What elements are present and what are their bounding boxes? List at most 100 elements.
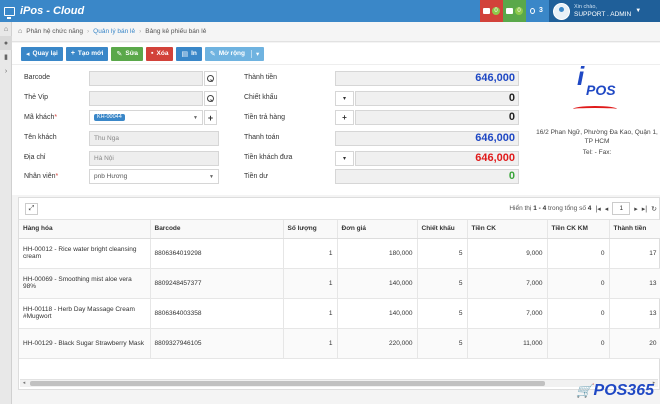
first-page-icon[interactable]: |◂ [595,205,600,213]
table-row[interactable]: HH-00129 - Black Sugar Strawberry Mask 8… [19,328,660,359]
customer-paid-label: Tiền khách đưa [244,154,293,161]
scroll-left-icon[interactable]: ◂ [20,380,28,387]
cell-quantity: 1 [283,238,338,269]
cell-discount: 5 [417,298,468,329]
column-header[interactable]: Hàng hóa [19,220,151,239]
notification-list-button[interactable]: 0 [503,0,526,22]
expand-icon[interactable]: ⤢ [25,203,38,215]
chat-icon [483,8,491,14]
search-icon[interactable] [204,91,217,106]
customer-code-select[interactable]: KH-00044 ▼ [89,110,203,125]
cell-quantity: 1 [283,268,338,299]
cell-price: 220,000 [337,328,418,359]
cell-barcode: 8809327946105 [150,328,284,359]
dollar-icon [530,8,536,14]
store-contact: Tel: - Fax: [582,149,612,156]
customer-name-input[interactable]: Thu Nga [89,131,219,146]
home-icon[interactable]: ⌂ [18,28,22,35]
home-icon[interactable]: ⌂ [0,22,12,36]
dollar-count: 3 [539,7,543,14]
top-bar: iPos - Cloud 0 0 3 Xin chào, SUPPORT . A… [0,0,660,22]
refresh-icon[interactable]: ↻ [651,205,657,213]
subtotal-value: 646,000 [335,71,519,86]
cell-item: HH-00069 - Smoothing mist aloe vera 98% [19,268,151,299]
table-row[interactable]: HH-00118 - Herb Day Massage Cream #Mugwo… [19,298,660,329]
edit-button[interactable]: ✎ Sửa [111,46,144,61]
new-button[interactable]: + Tạo mới [65,46,109,61]
staff-select[interactable]: pnb Hương ▼ [89,169,219,184]
column-header[interactable]: Đơn giá [337,220,418,239]
breadcrumb-item-retail[interactable]: Quản lý bán lẻ [93,28,135,35]
vip-input[interactable] [89,91,203,106]
cell-barcode: 8806364003358 [150,298,284,329]
pencil-icon: ✎ [116,50,123,58]
book-icon[interactable]: ▮ [0,50,12,64]
table-row[interactable]: HH-00012 - Rice water bright cleansing c… [19,238,660,269]
cell-item: HH-00129 - Black Sugar Strawberry Mask [19,328,151,359]
customer-tag[interactable]: KH-00044 [94,114,125,121]
pager-summary: Hiển thị 1 - 4 trong tổng số 4 [509,205,592,212]
table-row[interactable]: HH-00069 - Smoothing mist aloe vera 98% … [19,268,660,299]
column-header[interactable]: Tiền CK KM [547,220,610,239]
next-page-icon[interactable]: ▸ [634,205,638,213]
plus-icon: + [70,50,75,57]
notification-chat-button[interactable]: 0 [480,0,503,22]
discount-dropdown[interactable]: ▾ [335,91,354,106]
add-return-button[interactable]: + [335,110,354,125]
chevron-right-icon[interactable]: › [0,64,12,78]
app-brand[interactable]: iPos - Cloud [0,5,84,19]
horizontal-scrollbar[interactable]: ◂ ▸ [20,379,658,387]
discount-value[interactable]: 0 [355,91,519,106]
cell-item: HH-00118 - Herb Day Massage Cream #Mugwo… [19,298,151,329]
search-icon[interactable] [204,71,217,86]
last-page-icon[interactable]: ▸| [642,205,647,213]
breadcrumb-separator: › [87,28,90,35]
cell-price: 180,000 [337,238,418,269]
cell-total: 13 [609,298,660,329]
cell-promo-discount: 0 [547,298,610,329]
address-input[interactable]: Hà Nội [89,151,219,166]
cell-promo-discount: 0 [547,238,610,269]
breadcrumb-item-functions[interactable]: Phân hệ chức năng [26,28,83,35]
cell-discount-amount: 7,000 [467,298,548,329]
print-button[interactable]: ▤ In [176,46,202,61]
extend-button[interactable]: ✎ Mở rộng ▾ [204,46,265,61]
column-header[interactable]: Thành tiền [609,220,660,239]
pencil-icon: ✎ [209,50,216,58]
back-button[interactable]: ◂ Quay lại [21,46,63,61]
monitor-icon [4,6,15,19]
pager: Hiển thị 1 - 4 trong tổng số 4 |◂ ◂ 1 ▸ … [509,202,657,215]
breadcrumb-item-current: Bảng kê phiếu bán lẻ [145,28,207,35]
staff-label: Nhân viên* [24,173,59,180]
change-value: 0 [335,169,519,184]
cell-barcode: 8809248457377 [150,268,284,299]
customer-paid-value[interactable]: 646,000 [355,151,519,166]
returned-label: Tiền trả hàng [244,114,285,121]
users-icon[interactable]: ● [0,36,12,50]
store-address: 16/2 Phan Ngữ, Phường Đa Kao, Quận 1, TP… [536,129,658,145]
notification-dollar-button[interactable]: 3 [526,0,549,22]
user-menu[interactable]: Xin chào, SUPPORT . ADMIN ▼ [549,0,660,22]
column-header[interactable]: Chiết khấu [417,220,468,239]
chevron-down-icon: ▾ [342,96,346,102]
chat-count: 0 [492,7,500,15]
barcode-label: Barcode [24,74,51,81]
cell-discount: 5 [417,268,468,299]
discount-label: Chiết khấu [244,94,278,101]
cell-discount: 5 [417,238,468,269]
barcode-input[interactable] [89,71,203,86]
items-grid: ⤢ Hiển thị 1 - 4 trong tổng số 4 |◂ ◂ 1 … [18,197,660,390]
column-header[interactable]: Số lượng [283,220,338,239]
subtotal-label: Thành tiền [244,74,278,81]
add-customer-button[interactable]: + [204,110,217,125]
customer-paid-dropdown[interactable]: ▾ [335,151,354,166]
scroll-thumb[interactable] [30,381,545,386]
column-header[interactable]: Tiền CK [467,220,548,239]
brand-watermark: 🛒POS365 [576,382,654,399]
chevron-down-icon: ▼ [635,8,642,14]
delete-button[interactable]: ▪ Xóa [146,46,174,61]
column-header[interactable]: Barcode [150,220,284,239]
table-header: Hàng hóa Barcode Số lượng Đơn giá Chiết … [19,220,660,239]
prev-page-icon[interactable]: ◂ [605,205,609,213]
page-input[interactable]: 1 [612,202,631,215]
